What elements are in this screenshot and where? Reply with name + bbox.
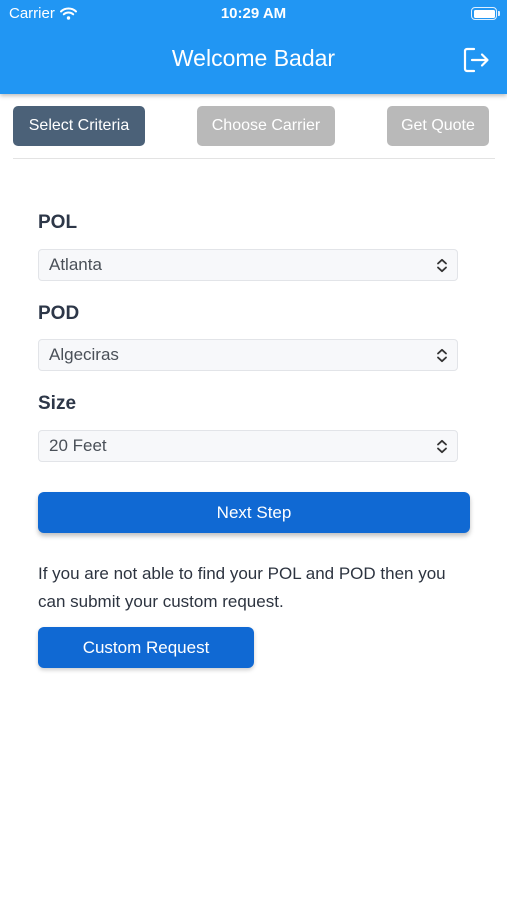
next-step-button[interactable]: Next Step [38,492,470,533]
pod-select-value: Algeciras [49,345,119,364]
custom-request-button[interactable]: Custom Request [38,627,254,668]
tab-choose-carrier[interactable]: Choose Carrier [197,106,335,146]
battery-icon [471,7,500,20]
page-title: Welcome Badar [171,45,336,71]
size-select[interactable]: 20 Feet [38,430,458,462]
pod-select[interactable]: Algeciras [38,339,458,371]
pol-select[interactable]: Atlanta [38,249,458,281]
header-divider [13,158,495,159]
pol-select-value: Atlanta [49,255,102,274]
tab-select-criteria[interactable]: Select Criteria [13,106,145,146]
pol-label: POL [38,212,78,233]
logout-icon[interactable] [463,47,491,73]
size-label: Size [38,393,77,414]
tab-get-quote[interactable]: Get Quote [387,106,489,146]
pod-label: POD [38,303,80,324]
chevron-up-down-icon [437,258,447,273]
status-time: 10:29 AM [220,5,287,22]
status-bar: Carrier 10:29 AM [0,0,507,28]
chevron-up-down-icon [437,348,447,363]
step-tabs: Select Criteria Choose Carrier Get Quote [0,106,507,146]
app-header: Carrier 10:29 AM Welcome Badar [0,0,507,94]
size-select-value: 20 Feet [49,436,107,455]
custom-request-info: If you are not able to find your POL and… [38,564,446,611]
chevron-up-down-icon [437,439,447,454]
